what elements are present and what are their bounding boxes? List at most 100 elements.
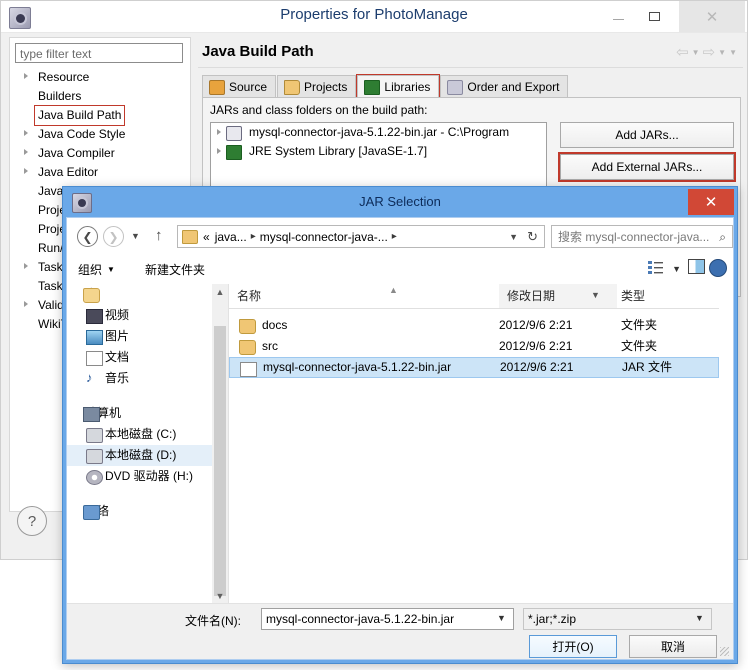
file-list-vertical-scrollbar[interactable] [719,284,733,604]
properties-titlebar: Properties for PhotoManage ✕ [1,1,747,33]
jar-dialog-footer: 文件名(N): mysql-connector-java-5.1.22-bin.… [67,603,733,659]
breadcrumb-separator: ▸ [391,231,397,242]
tab-order-and-export[interactable]: Order and Export [440,75,569,98]
navigation-pane-scrollbar[interactable]: ▲ ▼ [212,284,229,604]
back-arrow-icon[interactable]: ⇦ [676,43,689,61]
sidebar-item-java-editor[interactable]: Java Editor [10,163,190,182]
tab-projects[interactable]: Projects [277,75,357,98]
network-icon [83,505,100,520]
sidebar-item-builders[interactable]: Builders [10,87,190,106]
preview-pane-icon[interactable] [688,259,705,274]
forward-icon[interactable]: ❯ [103,226,124,247]
nav-item-network[interactable]: 网络 [67,501,212,522]
file-row-docs[interactable]: docs 2012/9/6 2:21 文件夹 [229,315,719,336]
nav-item-pictures[interactable]: 图片 [67,326,212,347]
nav-item-dvd-drive-h[interactable]: DVD 驱动器 (H:) [67,466,212,487]
hard-disk-icon [86,428,103,443]
chevron-right-icon [24,301,28,307]
chevron-down-icon[interactable]: ▼ [695,613,704,623]
library-icon [83,288,100,303]
file-row-mysql-connector-jar[interactable]: mysql-connector-java-5.1.22-bin.jar 2012… [229,357,719,378]
page-heading: Java Build Path [202,43,314,60]
add-external-jars-button[interactable]: Add External JARs... [558,152,736,182]
tab-source[interactable]: Source [202,75,277,98]
nav-item-computer[interactable]: 计算机 [67,403,212,424]
search-placeholder: 搜索 mysql-connector-java... [558,230,710,244]
chevron-down-icon: ▼ [107,265,115,274]
file-list-header: 名称 ▲ 修改日期 ▼ 类型 [229,284,719,309]
dvd-drive-icon [86,470,103,485]
maximize-button[interactable] [636,1,672,32]
address-bar[interactable]: « java... ▸ mysql-connector-java-... ▸ ▼… [177,225,545,248]
nav-item-documents[interactable]: 文档 [67,347,212,368]
hard-disk-icon [86,449,103,464]
heading-divider [198,67,743,68]
order-export-icon [447,79,464,95]
organize-button[interactable]: 组织 ▼ [78,261,115,278]
nav-item-music[interactable]: ♪ 音乐 [67,368,212,389]
minimize-button[interactable] [600,1,636,32]
column-header-name[interactable]: 名称 [237,284,261,308]
breadcrumb-item[interactable]: mysql-connector-java-... [260,230,388,244]
documents-icon [86,351,103,366]
nav-item-library[interactable]: 库 [67,284,212,305]
forward-arrow-icon[interactable]: ⇨ [703,43,716,61]
scroll-up-icon[interactable]: ▲ [212,284,228,300]
chevron-down-icon[interactable]: ▼ [672,264,681,274]
help-globe-icon[interactable] [709,259,727,277]
nav-item-local-disk-d[interactable]: 本地磁盘 (D:) [67,445,212,466]
filename-label: 文件名(N): [185,614,241,628]
scroll-down-icon[interactable]: ▼ [212,588,228,604]
filter-input[interactable]: type filter text [15,43,183,63]
column-header-type[interactable]: 类型 [621,284,645,308]
recent-locations-icon[interactable]: ▼ [131,231,140,241]
scrollbar-thumb[interactable] [214,326,226,596]
nav-item-videos[interactable]: 视频 [67,305,212,326]
sidebar-item-java-code-style[interactable]: Java Code Style [10,125,190,144]
jars-label: JARs and class folders on the build path… [210,103,428,117]
file-nav-bar: ❮ ❯ ▼ ↑ « java... ▸ mysql-connector-java… [67,218,733,254]
sidebar-item-resource[interactable]: Resource [10,68,190,87]
add-jars-button[interactable]: Add JARs... [560,122,734,148]
chevron-down-icon[interactable]: ▼ [509,232,518,242]
refresh-icon[interactable]: ↻ [527,229,538,245]
jar-dialog-body: ❮ ❯ ▼ ↑ « java... ▸ mysql-connector-java… [66,217,734,660]
open-button[interactable]: 打开(O) [529,635,617,658]
close-icon[interactable]: ✕ [688,189,734,215]
more-dropdown-icon[interactable]: ▼ [729,48,737,57]
tab-libraries[interactable]: Libraries [356,74,441,99]
sidebar-item-java-compiler[interactable]: Java Compiler [10,144,190,163]
forward-dropdown-icon[interactable]: ▼ [718,48,726,57]
up-icon[interactable]: ↑ [155,227,163,244]
resize-grip[interactable] [720,647,729,656]
breadcrumb-item[interactable]: java... [215,230,247,244]
cancel-button[interactable]: 取消 [629,635,717,658]
file-list: 名称 ▲ 修改日期 ▼ 类型 docs 2012/9/6 2:21 文件夹 sr… [229,284,719,604]
chevron-right-icon [24,168,28,174]
close-button[interactable]: ✕ [679,1,745,32]
organize-label: 组织 [78,263,103,277]
back-icon[interactable]: ❮ [77,226,98,247]
folder-icon [182,229,198,244]
chevron-down-icon[interactable]: ▼ [497,613,506,623]
view-list-icon[interactable] [648,260,663,274]
chevron-down-icon[interactable]: ▼ [591,290,600,300]
search-input[interactable]: 搜索 mysql-connector-java... ⌕ [551,225,733,248]
maximize-icon [648,12,660,21]
sidebar-item-java-build-path[interactable]: Java Build Path [10,105,190,126]
jar-list-item[interactable]: JRE System Library [JavaSE-1.7] [211,142,546,161]
file-row-src[interactable]: src 2012/9/6 2:21 文件夹 [229,336,719,357]
folder-icon [239,319,256,334]
help-button[interactable]: ? [17,506,47,536]
jar-file-icon [240,362,257,377]
back-dropdown-icon[interactable]: ▼ [692,48,700,57]
jar-list-item[interactable]: mysql-connector-java-5.1.22-bin.jar - C:… [211,123,546,142]
build-path-tabs: Source Projects Libraries Order and Expo… [202,74,569,99]
chevron-right-icon [217,148,221,154]
filetype-select[interactable]: *.jar;*.zip [523,608,712,630]
nav-item-local-disk-c[interactable]: 本地磁盘 (C:) [67,424,212,445]
filename-input[interactable]: mysql-connector-java-5.1.22-bin.jar [261,608,514,630]
new-folder-button[interactable]: 新建文件夹 [145,261,205,278]
breadcrumb-chevrons[interactable]: « [203,230,210,244]
